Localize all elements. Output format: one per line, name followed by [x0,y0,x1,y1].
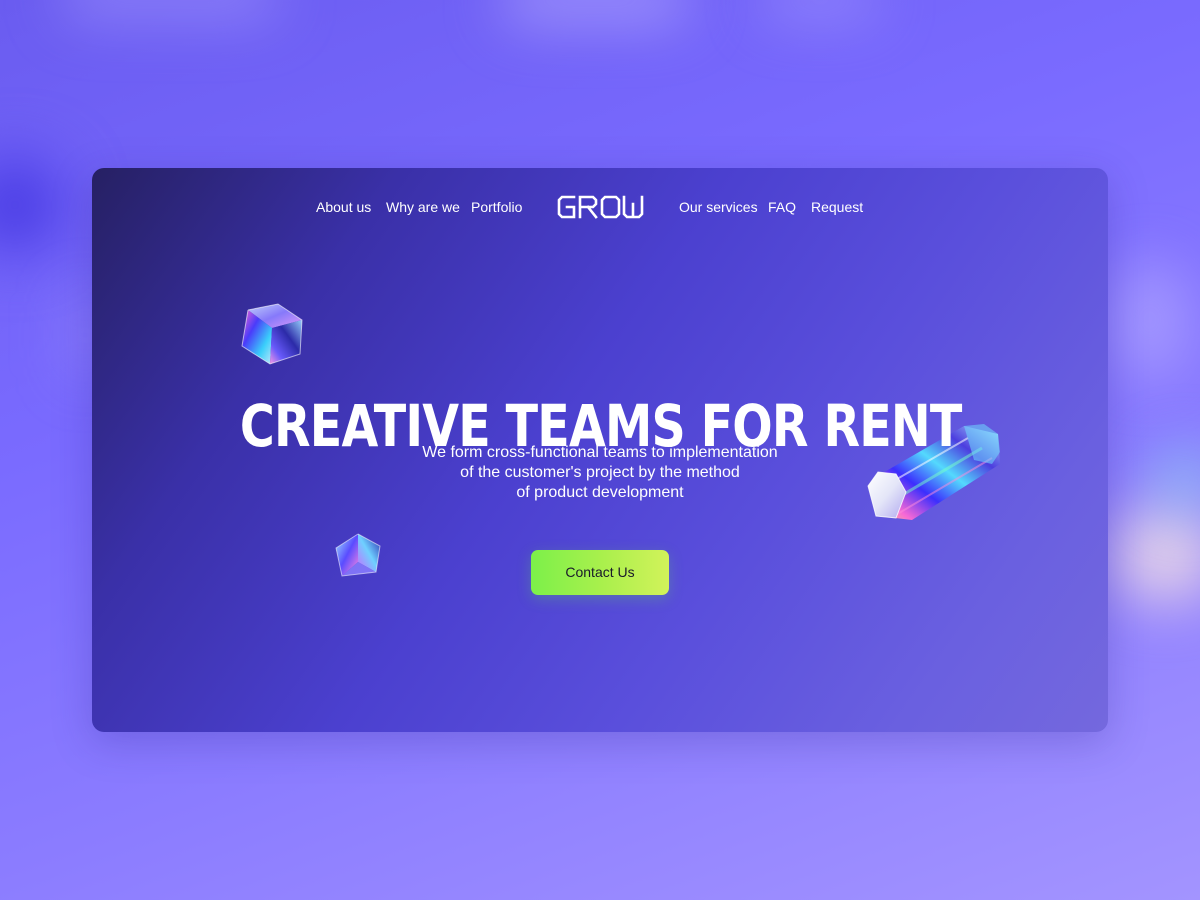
nav-link-our-services[interactable]: Our services [679,198,758,216]
contact-us-button[interactable]: Contact Us [531,550,669,595]
nav-link-portfolio[interactable]: Portfolio [471,198,522,216]
nav-link-request[interactable]: Request [811,198,863,216]
hero-subtitle: We form cross-functional teams to implem… [92,443,1108,503]
grow-logo[interactable] [557,194,645,220]
background-blur-blob [760,0,880,20]
hero-subtitle-line: We form cross-functional teams to implem… [422,444,778,461]
nav-link-about-us[interactable]: About us [316,198,371,216]
hero-card: About us Why are we Portfolio Our servic… [92,168,1108,732]
background-blur-blob [1110,260,1190,380]
glass-cube-icon [241,303,303,365]
nav-link-why-are-we[interactable]: Why are we [386,198,460,216]
background-blur-blob [60,0,280,20]
hero-subtitle-line: of the customer's project by the method [460,464,740,481]
hero-subtitle-line: of product development [516,484,684,501]
top-navigation: About us Why are we Portfolio Our servic… [92,168,1108,244]
background-blur-blob [0,150,70,260]
background-blur-blob [500,0,690,25]
nav-link-faq[interactable]: FAQ [768,198,796,216]
glass-octahedron-icon [335,533,381,577]
